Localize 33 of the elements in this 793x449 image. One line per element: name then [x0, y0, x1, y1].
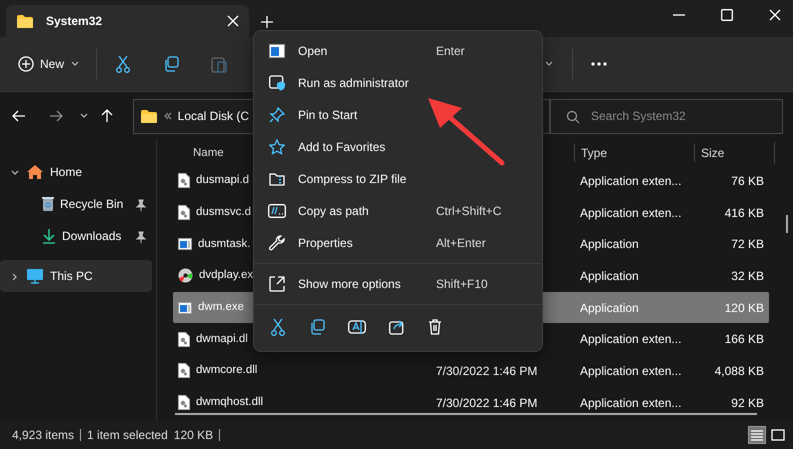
file-type: Application exten...	[580, 364, 682, 378]
file-size: 32 KB	[731, 268, 764, 283]
file-type: Application	[580, 300, 639, 315]
file-type: Application	[580, 237, 639, 252]
file-name: dwmqhost.dll	[196, 395, 264, 410]
file-type: Application exten...	[580, 396, 682, 410]
selection-count: 1 item selected	[87, 426, 168, 444]
file-name: dwm.exe	[198, 300, 244, 315]
file-size: 92 KB	[731, 396, 764, 410]
file-type: Application exten...	[580, 174, 682, 188]
file-name: dwmapi.dl	[196, 332, 248, 347]
file-size: 120 KB	[724, 300, 764, 315]
item-count: 4,923 items	[12, 426, 74, 444]
file-name: dusmtask.	[198, 236, 250, 252]
file-type: Application	[580, 268, 639, 283]
file-name: dusmapi.d	[196, 173, 250, 188]
file-size: 76 KB	[731, 174, 764, 188]
file-name: dusmsvc.d	[196, 204, 251, 220]
date-modified: 7/30/2022 1:46 PM	[436, 364, 538, 378]
shortcut: Enter	[436, 43, 466, 60]
shortcut: Ctrl+Shift+C	[436, 203, 502, 220]
shortcut: Alt+Enter	[436, 235, 487, 252]
file-size: 166 KB	[724, 332, 764, 346]
date-modified: 7/30/2022 1:46 PM	[436, 396, 538, 410]
file-type: Application exten...	[580, 332, 682, 346]
shortcut: Shift+F10	[436, 276, 489, 293]
file-name: dvdplay.ex	[199, 268, 254, 284]
selection-size: 120 KB	[174, 426, 214, 444]
file-type: Application exten...	[580, 206, 682, 220]
file-size: 4,088 KB	[714, 364, 764, 378]
file-name: dwmcore.dll	[196, 363, 258, 378]
file-size: 416 KB	[724, 206, 764, 220]
file-size: 72 KB	[731, 237, 764, 252]
